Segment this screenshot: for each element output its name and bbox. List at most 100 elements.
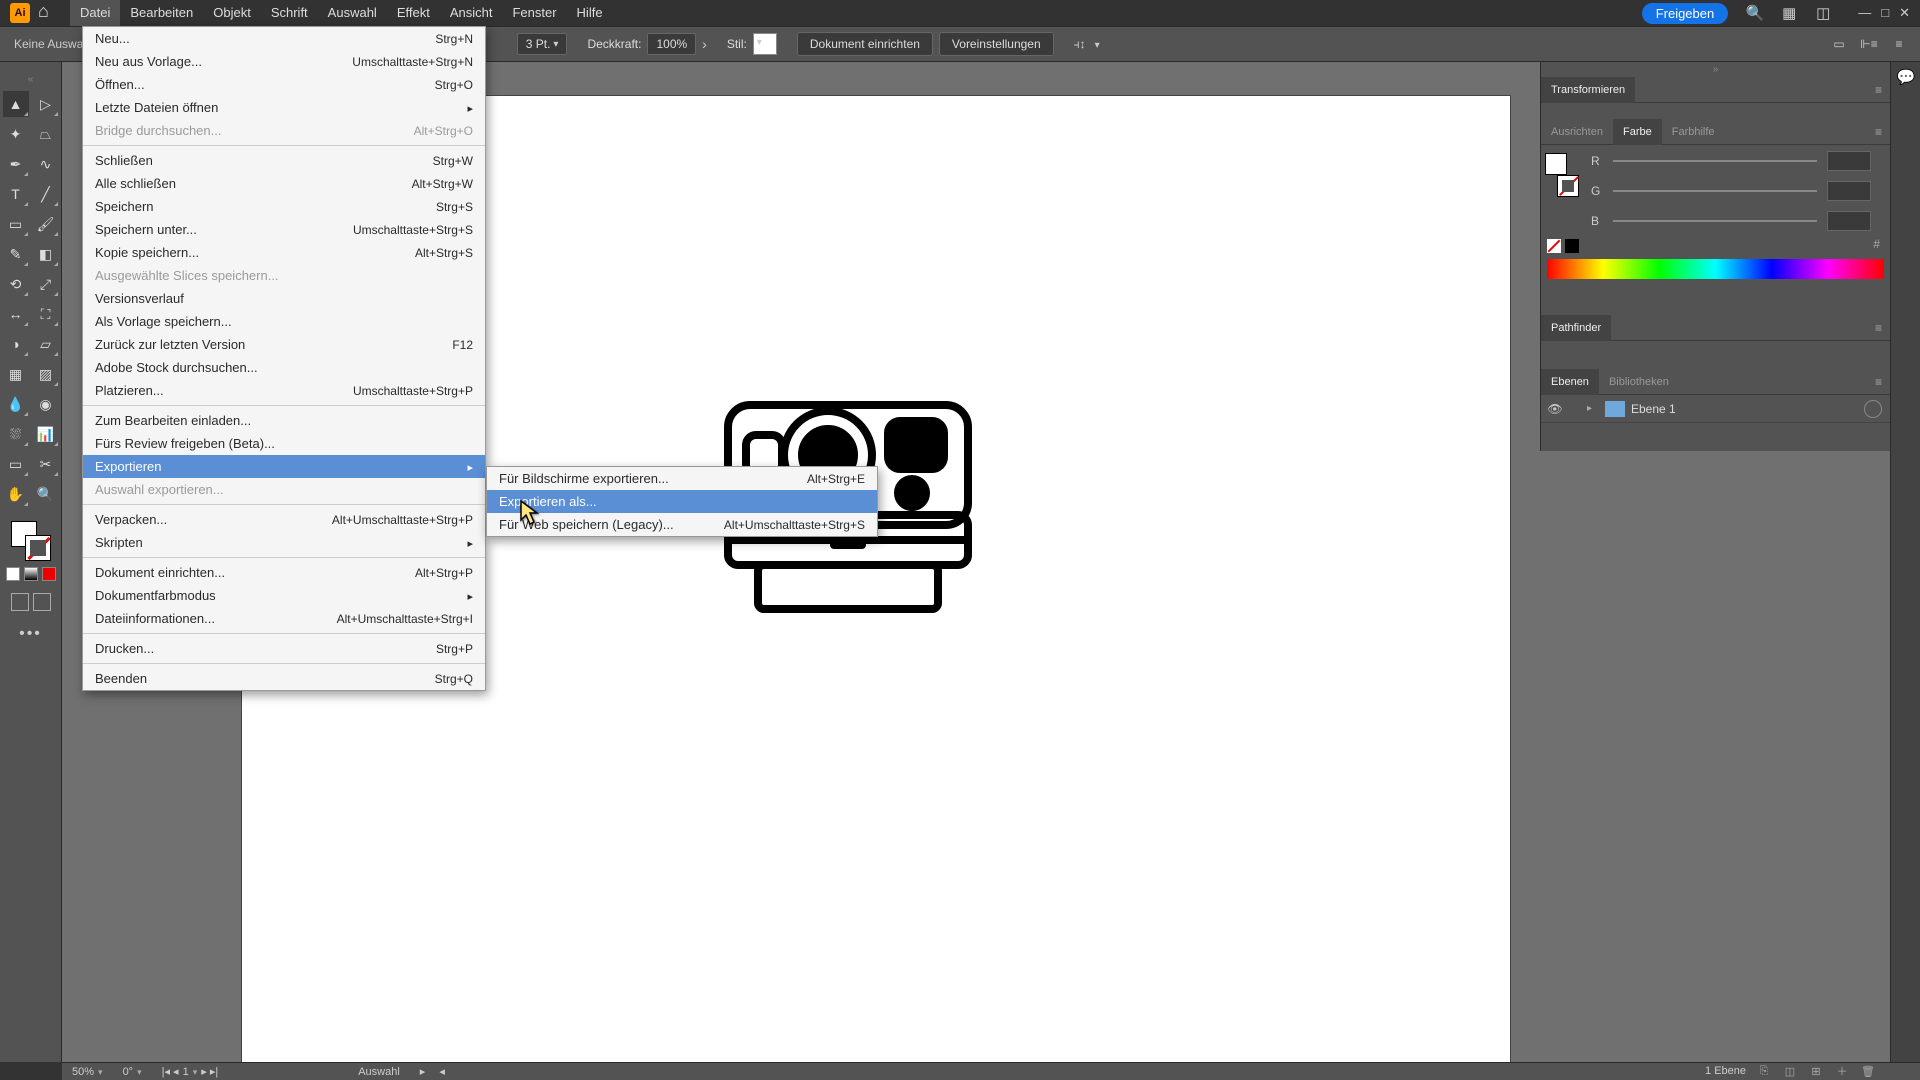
tab-color-guide[interactable]: Farbhilfe: [1662, 119, 1725, 145]
artboard-tool-icon[interactable]: ▭: [3, 451, 29, 477]
document-setup-button[interactable]: Dokument einrichten: [797, 32, 933, 56]
shape-builder-tool-icon[interactable]: ◑: [3, 331, 29, 357]
artboard-nav-prev-icon[interactable]: |◂ ◂: [162, 1065, 179, 1078]
file-menu-item[interactable]: Letzte Dateien öffnen: [83, 96, 485, 119]
panel-menu-icon[interactable]: ≡: [1867, 375, 1890, 389]
file-menu-item[interactable]: Alle schließenAlt+Strg+W: [83, 172, 485, 195]
align-icon[interactable]: ⫞↕: [1074, 37, 1086, 52]
make-clipping-mask-icon[interactable]: ◫: [1782, 1063, 1798, 1079]
snap-icon[interactable]: ⊩≡: [1858, 33, 1880, 55]
preferences-button[interactable]: Voreinstellungen: [939, 32, 1054, 56]
rotation-field[interactable]: 0°: [123, 1066, 134, 1078]
panel-menu-icon[interactable]: ≡: [1867, 83, 1890, 97]
r-value-field[interactable]: [1827, 151, 1871, 171]
delete-layer-icon[interactable]: 🗑: [1860, 1063, 1876, 1079]
minimize-icon[interactable]: —: [1858, 5, 1871, 21]
edit-toolbar-icon[interactable]: •••: [19, 625, 42, 643]
color-mode-icon[interactable]: [6, 567, 20, 581]
menu-bearbeiten[interactable]: Bearbeiten: [120, 0, 203, 26]
none-mode-icon[interactable]: [42, 567, 56, 581]
pen-tool-icon[interactable]: ✒: [3, 151, 29, 177]
file-menu-item[interactable]: SchließenStrg+W: [83, 149, 485, 172]
panel-menu-icon[interactable]: ≡: [1888, 33, 1910, 55]
style-swatch[interactable]: [753, 33, 777, 55]
locate-layer-icon[interactable]: ⎘: [1756, 1063, 1772, 1079]
file-menu-item[interactable]: SpeichernStrg+S: [83, 195, 485, 218]
column-graph-tool-icon[interactable]: 📊: [33, 421, 59, 447]
slice-tool-icon[interactable]: ✂: [33, 451, 59, 477]
panel-menu-icon[interactable]: ≡: [1867, 125, 1890, 139]
tab-pathfinder[interactable]: Pathfinder: [1541, 315, 1611, 341]
layer-name[interactable]: Ebene 1: [1631, 402, 1864, 416]
menu-hilfe[interactable]: Hilfe: [567, 0, 613, 26]
none-swatch-icon[interactable]: [1547, 239, 1561, 253]
paintbrush-tool-icon[interactable]: 🖌: [33, 211, 59, 237]
file-menu-item[interactable]: Dokument einrichten...Alt+Strg+P: [83, 561, 485, 584]
target-icon[interactable]: [1864, 400, 1882, 418]
stroke-weight-field[interactable]: 3 Pt.: [517, 33, 568, 55]
tab-transform[interactable]: Transformieren: [1541, 77, 1635, 103]
file-menu-item[interactable]: Skripten: [83, 531, 485, 554]
align-dropdown-icon[interactable]: [1092, 37, 1100, 51]
symbol-sprayer-tool-icon[interactable]: ⛆: [3, 421, 29, 447]
file-menu-item[interactable]: BeendenStrg+Q: [83, 667, 485, 690]
file-menu-item[interactable]: Dateiinformationen...Alt+Umschalttaste+S…: [83, 607, 485, 630]
file-menu-item[interactable]: Neu...Strg+N: [83, 27, 485, 50]
magic-wand-tool-icon[interactable]: ✦: [3, 121, 29, 147]
zoom-field[interactable]: 50%: [72, 1066, 94, 1078]
file-menu-item[interactable]: Drucken...Strg+P: [83, 637, 485, 660]
new-layer-icon[interactable]: ＋: [1834, 1063, 1850, 1079]
close-icon[interactable]: ✕: [1899, 5, 1910, 21]
file-menu-item[interactable]: Platzieren...Umschalttaste+Strg+P: [83, 379, 485, 402]
b-value-field[interactable]: [1827, 211, 1871, 231]
share-button[interactable]: Freigeben: [1642, 3, 1729, 24]
line-tool-icon[interactable]: ╱: [33, 181, 59, 207]
lasso-tool-icon[interactable]: ⏢: [33, 121, 59, 147]
maximize-icon[interactable]: □: [1881, 5, 1889, 21]
file-menu-item[interactable]: Öffnen...Strg+O: [83, 73, 485, 96]
file-menu-item[interactable]: Speichern unter...Umschalttaste+Strg+S: [83, 218, 485, 241]
curvature-tool-icon[interactable]: ∿: [33, 151, 59, 177]
tab-layers[interactable]: Ebenen: [1541, 369, 1599, 395]
gpu-icon[interactable]: ▭: [1828, 33, 1850, 55]
type-tool-icon[interactable]: T: [3, 181, 29, 207]
artboard-nav-next-icon[interactable]: ▸ ▸|: [201, 1065, 218, 1078]
file-menu-item[interactable]: Kopie speichern...Alt+Strg+S: [83, 241, 485, 264]
width-tool-icon[interactable]: ↔: [3, 301, 29, 327]
file-menu-item[interactable]: Exportieren: [83, 455, 485, 478]
tab-libraries[interactable]: Bibliotheken: [1599, 369, 1679, 395]
menu-fenster[interactable]: Fenster: [502, 0, 566, 26]
menu-objekt[interactable]: Objekt: [203, 0, 261, 26]
file-menu-item[interactable]: Versionsverlauf: [83, 287, 485, 310]
menu-datei[interactable]: Datei: [70, 0, 120, 26]
tab-color[interactable]: Farbe: [1613, 119, 1662, 145]
file-menu-item[interactable]: Zum Bearbeiten einladen...: [83, 409, 485, 432]
file-menu-item[interactable]: Neu aus Vorlage...Umschalttaste+Strg+N: [83, 50, 485, 73]
draw-normal-icon[interactable]: [11, 593, 29, 611]
export-submenu-item[interactable]: Für Web speichern (Legacy)...Alt+Umschal…: [487, 513, 877, 536]
expand-icon[interactable]: ▸: [1587, 403, 1605, 414]
export-submenu-item[interactable]: Für Bildschirme exportieren...Alt+Strg+E: [487, 467, 877, 490]
free-transform-tool-icon[interactable]: ⛶: [33, 301, 59, 327]
scale-tool-icon[interactable]: ⤢: [33, 271, 59, 297]
layer-row[interactable]: 👁 ▸ Ebene 1: [1541, 395, 1890, 423]
file-menu-item[interactable]: Als Vorlage speichern...: [83, 310, 485, 333]
create-sublayer-icon[interactable]: ⊞: [1808, 1063, 1824, 1079]
shaper-tool-icon[interactable]: ✎: [3, 241, 29, 267]
spectrum-picker[interactable]: [1547, 259, 1884, 279]
menu-auswahl[interactable]: Auswahl: [318, 0, 387, 26]
menu-effekt[interactable]: Effekt: [387, 0, 440, 26]
g-value-field[interactable]: [1827, 181, 1871, 201]
menu-schrift[interactable]: Schrift: [261, 0, 318, 26]
file-menu-item[interactable]: Adobe Stock durchsuchen...: [83, 356, 485, 379]
eraser-tool-icon[interactable]: ◧: [33, 241, 59, 267]
file-menu-item[interactable]: Fürs Review freigeben (Beta)...: [83, 432, 485, 455]
rectangle-tool-icon[interactable]: ▭: [3, 211, 29, 237]
direct-selection-tool-icon[interactable]: ▷: [33, 91, 59, 117]
tab-align[interactable]: Ausrichten: [1541, 119, 1613, 145]
home-icon[interactable]: [38, 3, 58, 23]
arrange-icon[interactable]: ▦: [1778, 2, 1800, 24]
comment-icon[interactable]: 💬: [1891, 62, 1920, 92]
panel-menu-icon[interactable]: ≡: [1867, 321, 1890, 335]
file-menu-item[interactable]: Verpacken...Alt+Umschalttaste+Strg+P: [83, 508, 485, 531]
